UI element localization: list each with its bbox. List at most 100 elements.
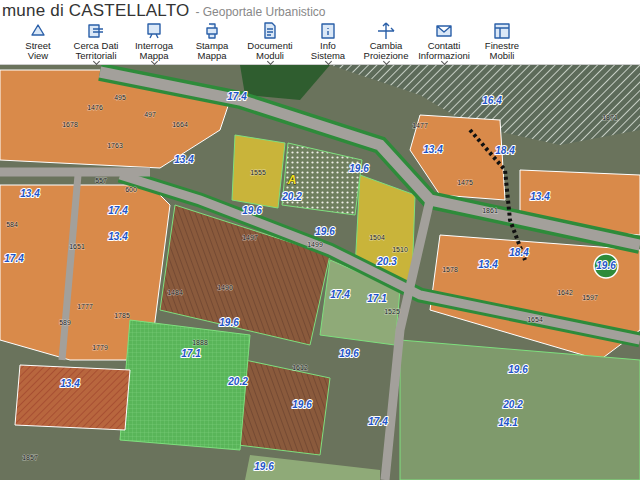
zone-label: 13.4	[530, 191, 550, 202]
tool-icon	[28, 21, 48, 41]
road-verge	[120, 175, 640, 340]
zone-area	[160, 205, 330, 345]
toolbar-label: Info	[320, 41, 336, 51]
parcel-label: 1477	[412, 122, 428, 129]
tool-icon	[202, 21, 222, 41]
toolbar-label: Interroga	[135, 41, 173, 51]
parcel-label: 1763	[107, 142, 123, 149]
zone-area	[232, 135, 285, 208]
parcel-label: 1777	[77, 303, 93, 310]
zone-label: 19.6	[349, 163, 369, 174]
zone-area	[245, 455, 380, 480]
zone-label: 18.4	[509, 247, 529, 258]
toolbar-button[interactable]: StampaMappa	[184, 21, 240, 64]
aerial-ground	[0, 65, 640, 480]
zone-label: 19.6	[339, 348, 359, 359]
tool-icon	[260, 21, 280, 41]
parcel-label: 1510	[392, 246, 408, 253]
toolbar-label: Proiezione	[364, 51, 409, 61]
parcel-label: 1654	[527, 316, 543, 323]
parcel-label: 1475	[457, 179, 473, 186]
toolbar-button[interactable]: InfoSistema	[300, 21, 356, 64]
toolbar-button[interactable]: StreetView	[10, 21, 66, 64]
zone-label: 13.4	[60, 378, 80, 389]
parcel-label: 1497	[242, 234, 258, 241]
zone-label: 20.3	[376, 256, 397, 267]
zone-label: 13.4	[423, 144, 443, 155]
toolbar-button[interactable]: Cerca DatiTerritoriali	[68, 21, 124, 64]
parcel-label: 1490	[217, 284, 233, 291]
road	[100, 72, 640, 245]
toolbar-label: View	[28, 51, 48, 61]
parcel-label: 1578	[442, 266, 458, 273]
marker-label: A	[287, 173, 297, 187]
dropdown-icon	[324, 58, 331, 65]
zone-label: 17.1	[367, 293, 387, 304]
dropdown-icon	[92, 58, 99, 65]
toolbar-label: Mappa	[197, 51, 226, 61]
app-title: mune di CASTELLALTO	[2, 1, 189, 21]
parcel-label: 584	[6, 221, 18, 228]
parcel-label: 1651	[69, 243, 85, 250]
parcel-label: 1597	[582, 294, 598, 301]
zone-label: 17.4	[108, 205, 128, 216]
parcel-label: 1642	[557, 289, 573, 296]
map-view[interactable]: 17.4 13.4 16.4 18.4 13.4 17.4 13.4 13.4 19.6 19.6…	[0, 65, 640, 480]
toolbar-label: Territoriali	[75, 51, 116, 61]
map-canvas[interactable]: 17.4 13.4 16.4 18.4 13.4 17.4 13.4 13.4 19.6 19.6…	[0, 65, 640, 480]
roundabout	[594, 254, 618, 278]
parcel-label: 1785	[114, 312, 130, 319]
zone-label: 16.4	[482, 95, 502, 106]
parcel-label: 1555	[250, 169, 266, 176]
parcel-label: 1857	[22, 454, 38, 461]
toolbar-button[interactable]: DocumentiModuli	[242, 21, 298, 64]
toolbar-label: Cerca Dati	[74, 41, 119, 51]
zone-area	[120, 320, 250, 450]
parcel-label: 1871	[602, 114, 618, 121]
zone-label: 19.6	[508, 364, 528, 375]
toolbar-label: Informazioni	[418, 51, 470, 61]
toolbar-button[interactable]: ContattiInformazioni	[416, 21, 472, 64]
title-bar: mune di CASTELLALTO - Geoportale Urbanist…	[0, 0, 640, 21]
zone-label: 20.2	[281, 191, 302, 202]
toolbar-label: Mappa	[139, 51, 168, 61]
zone-area	[240, 65, 330, 100]
parcel-label: 1664	[172, 121, 188, 128]
toolbar-button[interactable]: CambiaProiezione	[358, 21, 414, 64]
zone-label: 20.2	[502, 399, 523, 410]
dropdown-icon	[266, 58, 273, 65]
tool-icon	[86, 21, 106, 41]
zone-label: 19.6	[254, 461, 274, 472]
parcel-label: 1499	[307, 241, 323, 248]
parcel-label: 1779	[92, 344, 108, 351]
zone-label: 13.4	[20, 188, 40, 199]
zone-label: 17.4	[330, 289, 350, 300]
toolbar-button[interactable]: InterrogaMappa	[126, 21, 182, 64]
parcel-label: 1525	[384, 308, 400, 315]
toolbar-label: Street	[25, 41, 50, 51]
geoportal-page: mune di CASTELLALTO - Geoportale Urbanist…	[0, 0, 640, 480]
app-subtitle: - Geoportale Urbanistico	[195, 5, 325, 19]
zone-label: 20.2	[227, 376, 248, 387]
dropdown-icon	[150, 58, 157, 65]
zone-area	[400, 340, 640, 480]
parcel-label: 1678	[62, 121, 78, 128]
toolbar-label: Contatti	[428, 41, 461, 51]
parcel-label: 1888	[192, 339, 208, 346]
zone-label: 13.4	[108, 231, 128, 242]
parcel-label: 600	[125, 186, 137, 193]
zone-label: 19.6	[596, 260, 616, 271]
toolbar-label: Finestre	[485, 41, 519, 51]
toolbar-label: Sistema	[311, 51, 345, 61]
zone-label: 19.6	[242, 205, 262, 216]
toolbar-label: Documenti	[247, 41, 292, 51]
toolbar-label: Cambia	[370, 41, 403, 51]
parcel-label: 589	[59, 319, 71, 326]
toolbar-button[interactable]: FinestreMobili	[474, 21, 530, 64]
toolbar-label: Stampa	[196, 41, 229, 51]
toolbar-label: Mobili	[490, 51, 515, 61]
zone-label: 17.4	[4, 253, 24, 264]
zone-label: 18.4	[495, 145, 515, 156]
zone-area	[15, 365, 130, 430]
road-verge	[100, 72, 640, 245]
